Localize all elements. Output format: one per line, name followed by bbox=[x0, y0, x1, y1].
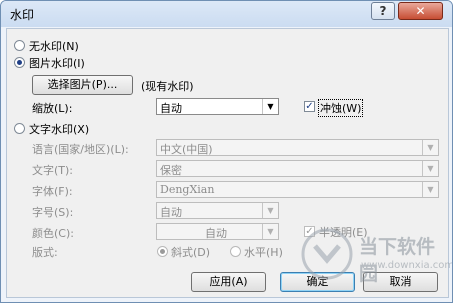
horizontal-label[interactable]: 水平(H) bbox=[244, 244, 283, 260]
close-icon: ✕ bbox=[415, 4, 426, 18]
color-label: 颜色(C): bbox=[32, 227, 74, 240]
size-label: 字号(S): bbox=[32, 206, 74, 219]
no-watermark-radio[interactable] bbox=[14, 40, 25, 51]
scale-value: 自动 bbox=[160, 102, 182, 115]
font-combo[interactable]: DengXian ▼ bbox=[156, 181, 439, 198]
select-picture-button[interactable]: 选择图片(P)... bbox=[32, 75, 133, 95]
help-icon: ? bbox=[379, 4, 387, 18]
diagonal-label[interactable]: 斜式(D) bbox=[171, 244, 210, 260]
scale-combo[interactable]: 自动 ▼ bbox=[156, 98, 279, 115]
color-combo[interactable]: 自动 ▼ bbox=[156, 223, 279, 240]
scale-label: 缩放(L): bbox=[32, 102, 73, 115]
text-watermark-radio[interactable] bbox=[14, 123, 25, 134]
layout-label: 版式: bbox=[32, 246, 58, 259]
chevron-down-icon: ▼ bbox=[262, 203, 278, 218]
chevron-down-icon: ▼ bbox=[422, 182, 438, 197]
text-watermark-label[interactable]: 文字水印(X) bbox=[29, 121, 89, 137]
washout-label[interactable]: 冲蚀(W) bbox=[318, 99, 364, 117]
text-label: 文字(T): bbox=[32, 164, 74, 177]
color-value: 自动 bbox=[205, 227, 227, 240]
washout-checkbox[interactable]: ✓ bbox=[304, 101, 315, 112]
text-value: 保密 bbox=[160, 164, 182, 177]
watermark-dialog: 水印 ? ✕ 无水印(N) 图片水印(I) 选择图片(P)... (现有水印) … bbox=[0, 0, 453, 303]
title-bar: 水印 ? ✕ bbox=[1, 1, 452, 27]
dialog-title: 水印 bbox=[10, 8, 35, 22]
chevron-down-icon: ▼ bbox=[262, 99, 278, 114]
font-value: DengXian bbox=[160, 183, 215, 196]
text-combo[interactable]: 保密 ▼ bbox=[156, 160, 439, 177]
language-label: 语言(国家/地区)(L): bbox=[32, 143, 129, 156]
size-value: 自动 bbox=[160, 206, 182, 219]
diagonal-radio[interactable] bbox=[157, 246, 168, 257]
no-watermark-label[interactable]: 无水印(N) bbox=[29, 38, 79, 54]
language-combo[interactable]: 中文(中国) ▼ bbox=[156, 139, 439, 156]
apply-button[interactable]: 应用(A) bbox=[191, 272, 266, 292]
font-label: 字体(F): bbox=[32, 185, 73, 198]
current-watermark-text: (现有水印) bbox=[141, 80, 194, 93]
close-button[interactable]: ✕ bbox=[398, 2, 443, 20]
chevron-down-icon: ▼ bbox=[422, 140, 438, 155]
chevron-down-icon: ▼ bbox=[422, 161, 438, 176]
size-combo[interactable]: 自动 ▼ bbox=[156, 202, 279, 219]
chevron-down-icon: ▼ bbox=[262, 224, 278, 239]
site-watermark-logo: 当下软件园 www.downxia.com bbox=[299, 226, 452, 289]
picture-watermark-label[interactable]: 图片水印(I) bbox=[29, 55, 85, 71]
brand-name-text: 当下软件园 bbox=[359, 236, 436, 285]
brand-url-text: www.downxia.com bbox=[361, 260, 453, 271]
picture-watermark-radio[interactable] bbox=[14, 57, 25, 68]
language-value: 中文(中国) bbox=[160, 143, 213, 156]
help-button[interactable]: ? bbox=[371, 2, 395, 20]
horizontal-radio[interactable] bbox=[230, 246, 241, 257]
